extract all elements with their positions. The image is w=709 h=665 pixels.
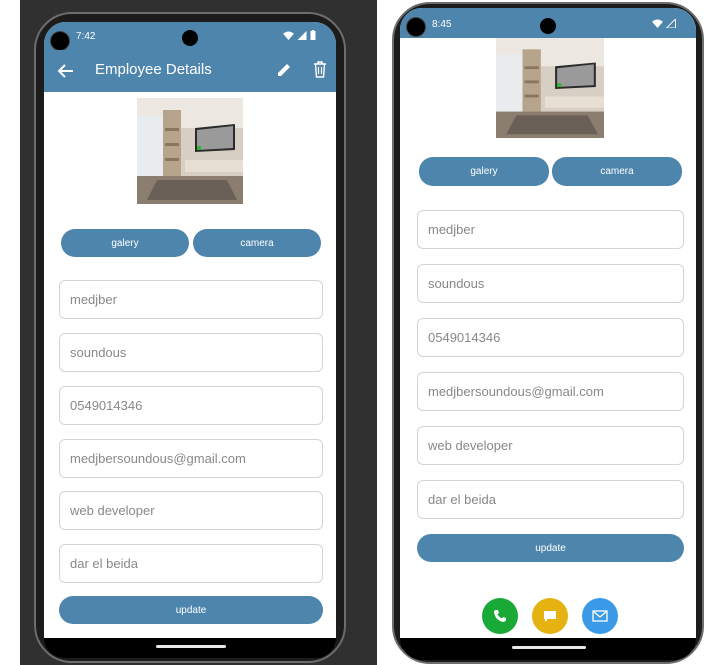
trash-icon[interactable] [312,60,328,78]
phone-value: 0549014346 [428,330,501,345]
navigation-bar [44,638,336,658]
edit-pencil-icon[interactable] [276,62,292,78]
email-button[interactable] [582,598,618,634]
phone-field[interactable]: 0549014346 [59,386,323,425]
address-field[interactable]: dar el beida [417,480,684,519]
front-camera-hole [540,18,556,34]
employee-photo [496,38,604,138]
employee-photo [137,98,243,204]
left-phone: 7:42 Employee Details galery camera medj… [34,12,346,663]
message-icon [544,610,556,622]
job-value: web developer [70,503,155,518]
status-bar: 7:42 [44,22,336,51]
last-name-value: soundous [428,276,485,291]
right-phone: 8:45 galery camera medjber soundous 0549… [392,2,704,664]
email-field[interactable]: medjbersoundous@gmail.com [417,372,684,411]
status-icons [283,30,316,40]
signal-icon [297,30,307,40]
email-value: medjbersoundous@gmail.com [428,384,604,399]
first-name-field[interactable]: medjber [417,210,684,249]
job-field[interactable]: web developer [59,491,323,530]
gallery-button[interactable]: galery [61,229,189,257]
home-indicator[interactable] [512,646,586,649]
update-button[interactable]: update [417,534,684,562]
phone-value: 0549014346 [70,398,143,413]
room-photo-image [137,98,243,204]
front-camera-hole [182,30,198,46]
first-name-value: medjber [428,222,475,237]
first-name-value: medjber [70,292,117,307]
status-bar: 8:45 [400,8,696,38]
last-name-field[interactable]: soundous [417,264,684,303]
back-arrow-icon[interactable] [56,62,74,80]
wifi-icon [652,19,663,28]
phone-icon [494,610,506,622]
screenshot-stage: 7:42 Employee Details galery camera medj… [0,0,709,665]
home-indicator[interactable] [156,645,226,648]
address-value: dar el beida [428,492,496,507]
camera-button[interactable]: camera [552,157,682,186]
app-bar: Employee Details [44,50,336,92]
room-photo-image [496,38,604,138]
status-time: 8:45 [432,19,452,30]
gallery-button[interactable]: galery [419,157,549,186]
navigation-bar [400,638,696,660]
page-title: Employee Details [95,61,212,78]
left-screen: 7:42 Employee Details galery camera medj… [44,22,336,638]
right-screen: 8:45 galery camera medjber soundous 0549… [400,8,696,638]
camera-dot [50,31,70,51]
address-field[interactable]: dar el beida [59,544,323,583]
camera-dot [406,17,426,37]
status-time: 7:42 [76,31,96,42]
status-icons [652,19,676,28]
phone-field[interactable]: 0549014346 [417,318,684,357]
update-button[interactable]: update [59,596,323,624]
last-name-value: soundous [70,345,127,360]
signal-icon [666,19,676,28]
job-value: web developer [428,438,513,453]
camera-button[interactable]: camera [193,229,321,257]
email-value: medjbersoundous@gmail.com [70,451,246,466]
job-field[interactable]: web developer [417,426,684,465]
battery-icon [310,30,316,40]
mail-icon [592,610,608,622]
address-value: dar el beida [70,556,138,571]
call-button[interactable] [482,598,518,634]
last-name-field[interactable]: soundous [59,333,323,372]
wifi-icon [283,30,294,40]
email-field[interactable]: medjbersoundous@gmail.com [59,439,323,478]
first-name-field[interactable]: medjber [59,280,323,319]
message-button[interactable] [532,598,568,634]
